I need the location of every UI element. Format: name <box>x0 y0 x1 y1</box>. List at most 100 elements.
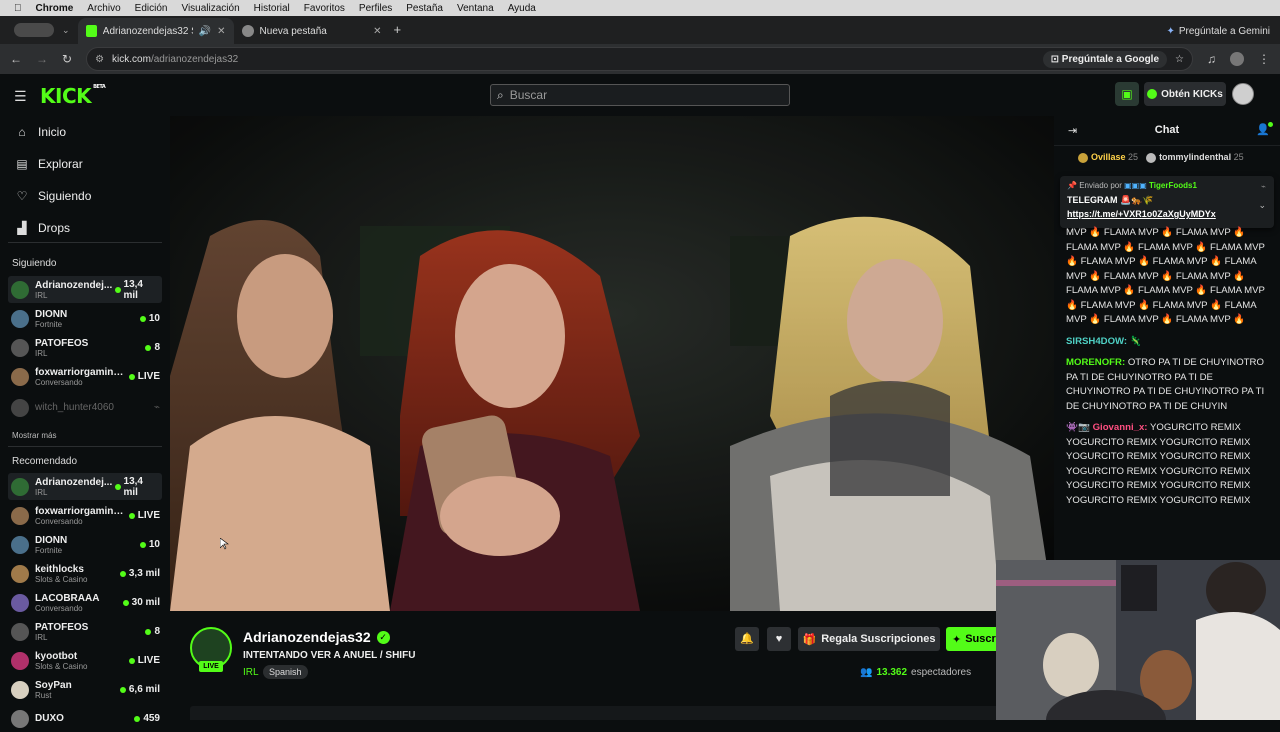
following-channel[interactable]: Adrianozendej... IRL 13,4 mil <box>8 276 162 303</box>
language-tag[interactable]: Spanish <box>263 665 308 679</box>
recommended-channel[interactable]: DIONN Fortnite 10 <box>8 531 162 558</box>
live-badge: LIVE <box>199 661 223 672</box>
rewards-chest-button[interactable]: ▣ <box>1115 82 1139 106</box>
nav-following[interactable]: ♡ Siguiendo <box>16 186 92 206</box>
url-host: kick.com <box>112 53 151 65</box>
kick-logo[interactable]: KICK BETA <box>40 84 106 108</box>
lens-icon: ⊡ <box>1050 53 1062 65</box>
new-tab-button[interactable]: + <box>394 22 402 37</box>
recommended-channel[interactable]: Adrianozendej... IRL 13,4 mil <box>8 473 162 500</box>
avatar <box>11 651 29 670</box>
leader-value: 25 <box>1233 152 1244 162</box>
menu-visualizacion[interactable]: Visualización <box>181 3 239 14</box>
close-tab-icon[interactable]: ✕ <box>373 26 381 37</box>
channel-name-text: Adrianozendejas32 <box>243 629 371 645</box>
speaker-icon[interactable]: 🔊 <box>199 26 211 37</box>
channel-name-heading[interactable]: Adrianozendejas32 ✓ <box>243 629 390 645</box>
gemini-button[interactable]: ✦ Pregúntale a Gemini <box>1166 26 1270 37</box>
ask-google-button[interactable]: ⊡ Pregúntale a Google <box>1042 50 1168 68</box>
media-controls-icon[interactable]: ♫ <box>1207 52 1216 66</box>
following-channel-offline[interactable]: witch_hunter4060 ⌁ <box>8 394 162 421</box>
leaderboard-entry[interactable]: tommylindenthal 25 <box>1146 152 1244 163</box>
notification-bell-button[interactable]: 🔔 <box>735 627 759 651</box>
menu-historial[interactable]: Historial <box>254 3 290 14</box>
pinned-message[interactable]: ⌁ 📌 Enviado por ▣▣▣ TigerFoods1 TELEGRAM… <box>1060 176 1274 228</box>
browse-icon: ▤ <box>16 157 28 171</box>
pinned-link[interactable]: https://t.me/+VXR1o0ZaXgUyMDYx <box>1067 209 1267 219</box>
leader-value: 25 <box>1128 152 1139 162</box>
viewer-count-value: 8 <box>154 342 160 353</box>
address-bar[interactable]: ⚙ kick.com/adrianozendejas32 ⊡ Pregúntal… <box>86 47 1193 71</box>
video-frame <box>170 116 1054 611</box>
leaderboard-entry[interactable]: Ovillase 25 <box>1078 152 1138 163</box>
menu-archivo[interactable]: Archivo <box>87 3 120 14</box>
nav-label: Inicio <box>38 125 67 139</box>
avatar <box>11 506 29 525</box>
nav-label: Drops <box>38 221 71 235</box>
menu-pestana[interactable]: Pestaña <box>406 3 443 14</box>
tab-new-tab[interactable]: Nueva pestaña ✕ <box>234 18 390 44</box>
chat-users-icon[interactable]: 👤 <box>1256 122 1273 136</box>
get-kicks-button[interactable]: Obtén KICKs <box>1144 82 1226 106</box>
gift-icon: 🎁 <box>802 633 817 646</box>
user-avatar[interactable] <box>1232 83 1254 105</box>
live-dot-icon <box>139 315 146 322</box>
following-channel[interactable]: PATOFEOS IRL 8 <box>8 334 162 361</box>
following-channel[interactable]: DIONN Fortnite 10 <box>8 305 162 332</box>
following-channel[interactable]: foxwarriorgaming4 Conversando LIVE <box>8 363 162 390</box>
menu-ventana[interactable]: Ventana <box>457 3 494 14</box>
nav-drops[interactable]: ▟ Drops <box>16 218 70 238</box>
unpin-icon[interactable]: ⌁ <box>1261 182 1266 191</box>
chevron-down-icon[interactable]: ⌄ <box>1258 200 1266 211</box>
follow-heart-button[interactable]: ♥ <box>767 627 791 651</box>
forward-icon[interactable]: → <box>36 52 48 66</box>
apple-icon[interactable]:  <box>14 3 22 14</box>
get-kicks-label: Obtén KICKs <box>1161 88 1223 100</box>
nav-browse[interactable]: ▤ Explorar <box>16 154 82 174</box>
gift-subs-button[interactable]: 🎁 Regala Suscripciones <box>798 627 940 651</box>
tab-kick-stream[interactable]: Adrianozendejas32 Strea 🔊 ✕ <box>77 18 234 44</box>
recommended-channel[interactable]: kyootbot Slots & Casino LIVE <box>8 647 162 674</box>
channel-category: Slots & Casino <box>35 574 88 584</box>
tab-overview-button[interactable] <box>14 23 54 37</box>
recommended-channel[interactable]: PATOFEOS IRL 8 <box>8 618 162 645</box>
nav-home[interactable]: ⌂ Inicio <box>16 122 66 142</box>
show-more-link[interactable]: Mostrar más <box>12 431 56 440</box>
recommended-channel[interactable]: LACOBRAAA Conversando 30 mil <box>8 589 162 616</box>
menu-favoritos[interactable]: Favoritos <box>304 3 345 14</box>
close-tab-icon[interactable]: ✕ <box>217 26 225 37</box>
recommended-channel[interactable]: foxwarriorgaming4 Conversando LIVE <box>8 502 162 529</box>
hamburger-menu-icon[interactable]: ☰ <box>14 88 27 105</box>
back-icon[interactable]: ← <box>10 52 22 66</box>
stream-category-link[interactable]: IRL <box>243 667 259 678</box>
recommended-channel[interactable]: SoyPan Rust 6,6 mil <box>8 676 162 703</box>
chat-username[interactable]: SIRSH4DOW: <box>1066 336 1127 347</box>
tab-label: Adrianozendejas32 Strea <box>102 25 193 37</box>
site-info-icon[interactable]: ⚙ <box>95 54 104 65</box>
pinned-user[interactable]: TigerFoods1 <box>1149 181 1197 190</box>
webcam-overlay <box>996 560 1280 720</box>
menu-edicion[interactable]: Edición <box>135 3 168 14</box>
live-dot-icon <box>119 686 126 693</box>
recommended-channel[interactable]: DUXO 459 <box>8 705 162 732</box>
chevron-down-icon[interactable]: ⌄ <box>62 25 70 36</box>
channel-name: foxwarriorgaming4 <box>35 366 125 378</box>
channel-name: DIONN <box>35 308 68 320</box>
video-player[interactable] <box>170 116 1054 611</box>
reload-icon[interactable]: ↻ <box>62 52 72 66</box>
search-input[interactable]: ⌕ Buscar <box>490 84 790 106</box>
chat-username[interactable]: MORENOFR: <box>1066 357 1125 368</box>
chat-username[interactable]: Giovanni_x: <box>1093 422 1148 433</box>
menu-kebab-icon[interactable]: ⋮ <box>1258 52 1270 66</box>
gemini-icon: ✦ <box>1166 26 1175 37</box>
bookmark-star-icon[interactable]: ☆ <box>1175 54 1184 65</box>
channel-category: Fortnite <box>35 319 63 329</box>
recommended-channel[interactable]: keithlocks Slots & Casino 3,3 mil <box>8 560 162 587</box>
menu-ayuda[interactable]: Ayuda <box>508 3 536 14</box>
avatar <box>11 338 29 357</box>
channel-name: kyootbot <box>35 650 78 662</box>
menu-perfiles[interactable]: Perfiles <box>359 3 392 14</box>
profile-icon[interactable] <box>1230 52 1244 66</box>
viewer-count-label: espectadores <box>911 667 972 678</box>
menu-app-name[interactable]: Chrome <box>36 3 74 14</box>
